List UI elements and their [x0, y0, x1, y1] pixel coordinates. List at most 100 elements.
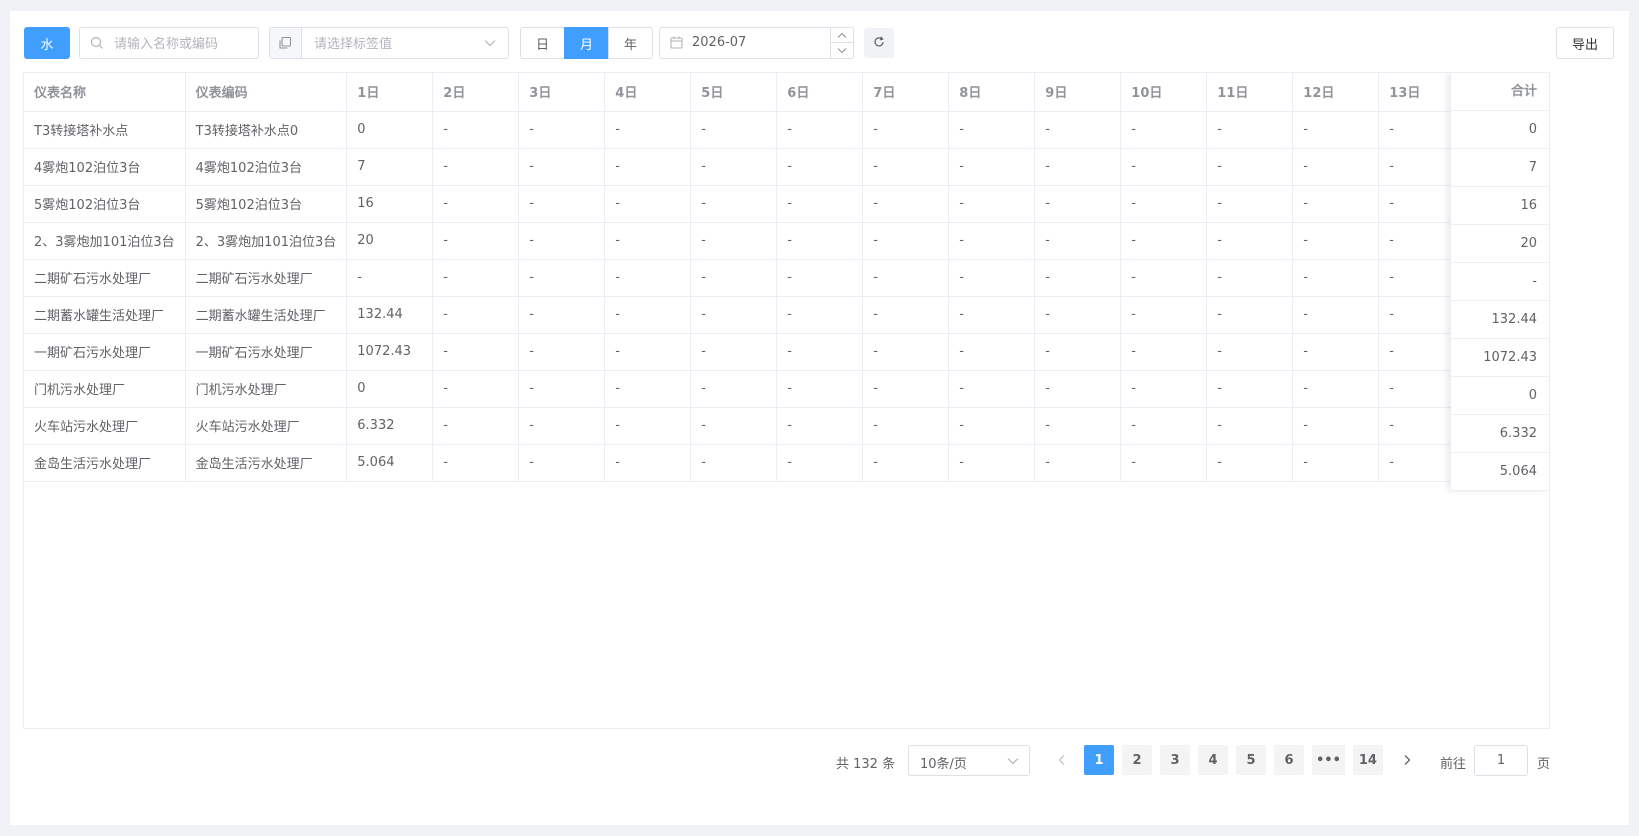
column-header: 2日 [432, 73, 520, 112]
table-cell: - [432, 111, 520, 149]
column-header: 11日 [1206, 73, 1294, 112]
table-cell: 6.332 [346, 407, 434, 445]
table-cell: T3转接塔补水点 [24, 111, 186, 149]
table-cell: - [948, 370, 1036, 408]
table-cell: - [604, 444, 692, 482]
table-cell: - [1292, 444, 1380, 482]
table-row: 2、3雾炮加101泊位3台 2、3雾炮加101泊位3台 20- - - - - - - - - - - - [24, 222, 1466, 260]
total-cell: - [1451, 263, 1549, 301]
table-cell: - [1206, 111, 1294, 149]
table-cell: - [604, 333, 692, 371]
column-header: 仪表名称 [24, 73, 186, 112]
month-increase[interactable] [831, 28, 853, 43]
table-cell: - [948, 333, 1036, 371]
table-cell: - [346, 259, 434, 297]
goto-page-input[interactable] [1474, 745, 1528, 776]
table-cell: - [690, 185, 778, 223]
page-size-select[interactable]: 10条/页 [908, 745, 1030, 776]
refresh-icon [874, 36, 884, 47]
pagination: 共 132 条 10条/页 123456 •••14 前往 页 [10, 745, 1629, 777]
calendar-icon [670, 36, 683, 49]
table-cell: - [862, 296, 950, 334]
table-cell: 2、3雾炮加101泊位3台 [185, 222, 348, 260]
total-header: 合计 [1451, 73, 1549, 111]
table-cell: - [1120, 222, 1208, 260]
column-header: 10日 [1120, 73, 1208, 112]
page-button[interactable]: 1 [1084, 745, 1114, 775]
table-cell: - [432, 148, 520, 186]
total-cell: 20 [1451, 225, 1549, 263]
period-day-button[interactable]: 日 [520, 27, 565, 59]
column-header: 仪表编码 [185, 73, 348, 112]
table-cell: - [1206, 222, 1294, 260]
table-cell: - [776, 185, 864, 223]
table-cell: - [1034, 296, 1122, 334]
more-pages-button[interactable]: ••• [1312, 745, 1345, 775]
page-button[interactable]: 14 [1352, 745, 1383, 775]
table-cell: - [432, 259, 520, 297]
table-cell: - [690, 444, 778, 482]
total-cell: 6.332 [1451, 415, 1549, 453]
table-cell: - [432, 296, 520, 334]
page-button[interactable]: 3 [1160, 745, 1190, 775]
page-list: 1 2 3 4 5 6 ••• 14 [1084, 745, 1391, 775]
water-type-button[interactable]: 水 [24, 27, 70, 59]
table-cell: - [948, 444, 1036, 482]
month-decrease[interactable] [831, 43, 853, 58]
table-row: T3转接塔补水点 T3转接塔补水点0 0- - - - - - - - - - - - [24, 111, 1466, 149]
table-cell: 4雾炮102泊位3台 [24, 148, 186, 186]
table-cell: - [518, 222, 606, 260]
table-cell: - [776, 148, 864, 186]
total-count: 共 132 条 [836, 757, 896, 772]
next-page-icon[interactable] [1400, 753, 1414, 767]
period-year-button[interactable]: 年 [608, 27, 653, 59]
table-cell: - [1120, 407, 1208, 445]
table-cell: - [604, 185, 692, 223]
table-cell: - [1034, 222, 1122, 260]
table-cell: 火车站污水处理厂 [24, 407, 186, 445]
table-cell: 1072.43 [346, 333, 434, 371]
table-cell: - [690, 111, 778, 149]
search-input[interactable] [112, 29, 256, 59]
page-button[interactable]: 4 [1198, 745, 1228, 775]
table-cell: - [776, 111, 864, 149]
tag-select[interactable] [269, 27, 509, 59]
table-cell: - [1034, 370, 1122, 408]
table-cell: - [1292, 148, 1380, 186]
page-button[interactable]: 2 [1122, 745, 1152, 775]
table-cell: - [1034, 148, 1122, 186]
table-cell: - [1120, 444, 1208, 482]
table-cell: 0 [346, 370, 434, 408]
refresh-button[interactable] [864, 28, 894, 58]
page-button[interactable]: 5 [1236, 745, 1266, 775]
table-cell: - [690, 296, 778, 334]
table-cell: - [1206, 185, 1294, 223]
table-cell: - [862, 185, 950, 223]
table-cell: - [1034, 111, 1122, 149]
table-cell: - [1292, 333, 1380, 371]
total-cell: 5.064 [1451, 453, 1549, 491]
table-cell: 4雾炮102泊位3台 [185, 148, 348, 186]
month-stepper [830, 28, 853, 58]
page-button[interactable]: 6 [1274, 745, 1304, 775]
table-cell: - [604, 111, 692, 149]
total-cell: 1072.43 [1451, 339, 1549, 377]
table-cell: - [604, 407, 692, 445]
tag-select-input[interactable] [312, 29, 476, 59]
table-cell: - [432, 333, 520, 371]
main-panel: 水 日 月 年 [10, 11, 1629, 825]
table-cell: - [690, 370, 778, 408]
table-cell: - [432, 407, 520, 445]
table-cell: 5雾炮102泊位3台 [24, 185, 186, 223]
table-cell: - [1206, 444, 1294, 482]
column-header: 8日 [948, 73, 1036, 112]
table-cell: - [518, 370, 606, 408]
period-month-button[interactable]: 月 [564, 27, 609, 59]
table-body: T3转接塔补水点 T3转接塔补水点0 0- - - - - - - - - - - -4雾炮102泊位3台… [24, 111, 1466, 482]
prev-page-icon[interactable] [1055, 753, 1069, 767]
month-picker[interactable]: 2026-07 [659, 27, 854, 59]
table-cell: 一期矿石污水处理厂 [185, 333, 348, 371]
export-button[interactable]: 导出 [1556, 27, 1614, 59]
table-cell: - [604, 148, 692, 186]
search-box[interactable] [79, 27, 259, 59]
